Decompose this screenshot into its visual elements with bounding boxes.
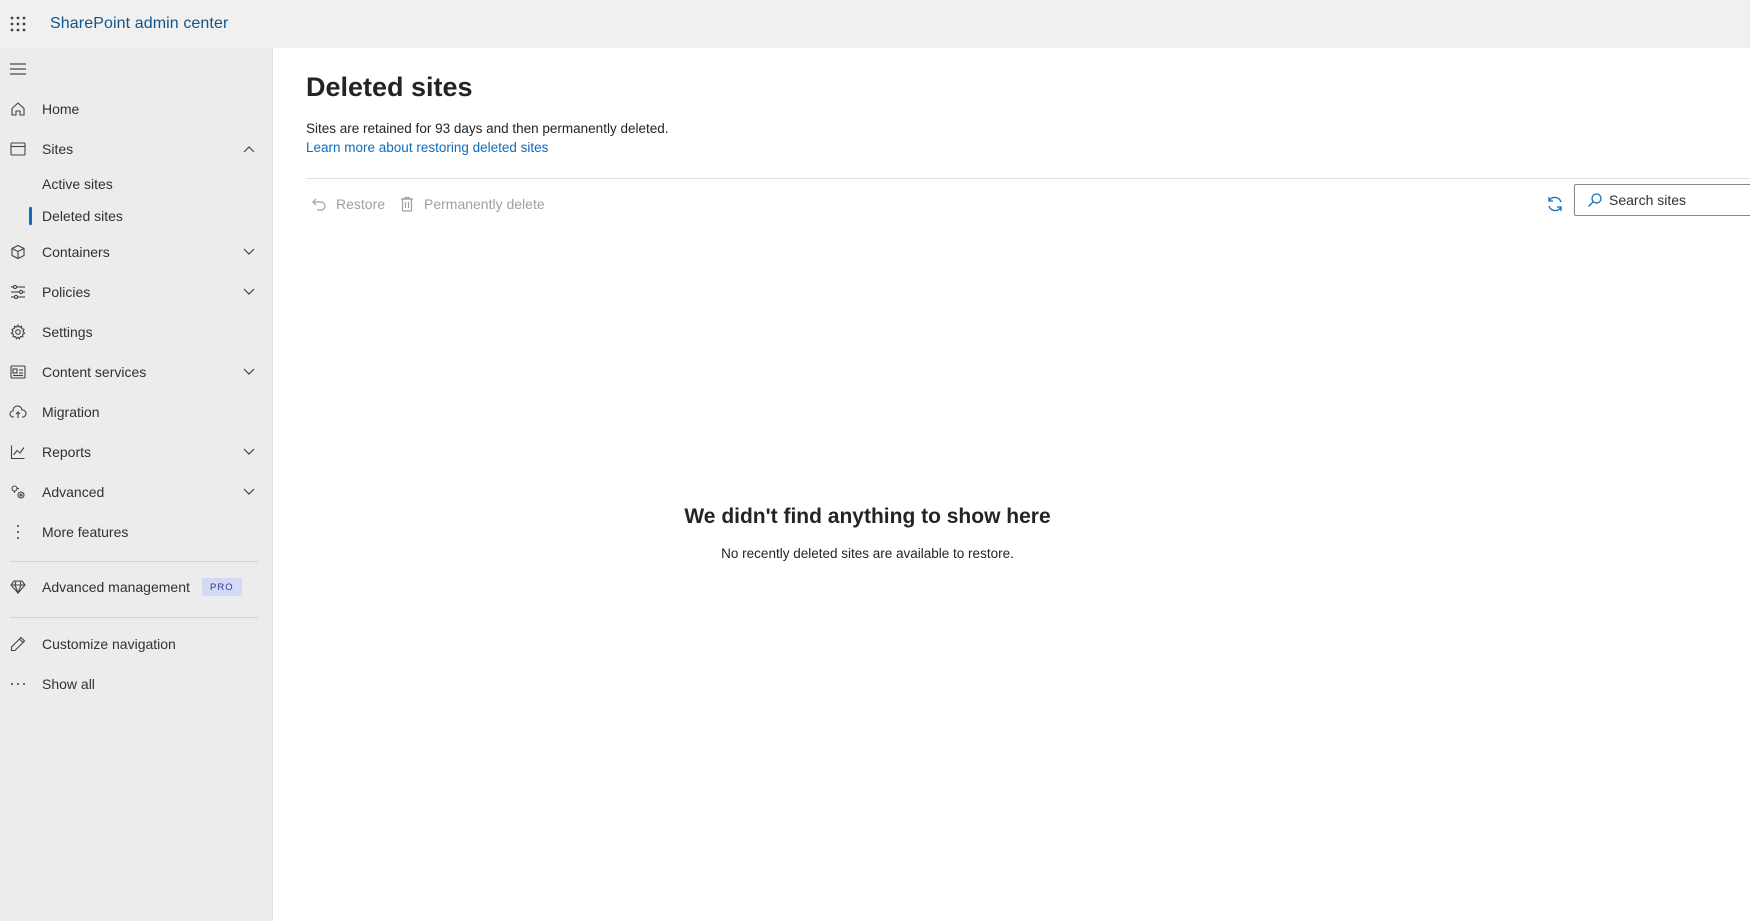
sidebar-item-label: Advanced management [42, 579, 190, 595]
restore-button[interactable]: Restore [310, 190, 385, 218]
sidebar-item-label: Reports [42, 444, 92, 460]
sidebar-item-label: More features [42, 524, 129, 540]
app-title[interactable]: SharePoint admin center [50, 15, 228, 33]
chevron-down-icon[interactable] [240, 363, 258, 381]
sidebar-item-label: Advanced [42, 484, 105, 500]
gear-icon [8, 322, 28, 342]
sidebar-item-policies[interactable]: Policies [0, 273, 273, 311]
chevron-down-icon[interactable] [240, 283, 258, 301]
sliders-icon [8, 282, 28, 302]
sidebar-item-label: Containers [42, 244, 110, 260]
sidebar-item-customize-navigation[interactable]: Customize navigation [0, 625, 273, 663]
search-box[interactable] [1574, 184, 1750, 216]
sidebar-item-label: Customize navigation [42, 636, 176, 652]
undo-icon [310, 195, 328, 213]
content-services-icon [8, 362, 28, 382]
sidebar-item-label: Content services [42, 364, 147, 380]
sidebar-item-label: Sites [42, 141, 74, 157]
sidebar-item-more-features[interactable]: More features [0, 513, 273, 551]
sidebar-item-reports[interactable]: Reports [0, 433, 273, 471]
advanced-gears-icon [8, 482, 28, 502]
home-icon [8, 99, 28, 119]
chart-line-icon [8, 442, 28, 462]
vertical-dots-icon [8, 522, 28, 542]
page-description: Sites are retained for 93 days and then … [306, 121, 669, 136]
cube-icon [8, 242, 28, 262]
main-content: Deleted sites Sites are retained for 93 … [273, 48, 1750, 921]
sidebar-item-advanced-management[interactable]: Advanced management PRO [0, 568, 273, 606]
sidebar-item-content-services[interactable]: Content services [0, 353, 273, 391]
cloud-upload-icon [8, 402, 28, 422]
header-divider [306, 178, 1750, 179]
sidebar-item-label: Show all [42, 676, 95, 692]
app-launcher-icon[interactable] [0, 0, 36, 48]
sidebar-item-label: Deleted sites [42, 208, 123, 224]
sidebar-item-label: Active sites [42, 176, 113, 192]
sidebar-item-advanced[interactable]: Advanced [0, 473, 273, 511]
sidebar-item-containers[interactable]: Containers [0, 233, 273, 271]
hamburger-icon[interactable] [9, 62, 27, 76]
sidebar-item-label: Settings [42, 324, 93, 340]
sidebar-item-deleted-sites[interactable]: Deleted sites [0, 201, 273, 231]
chevron-down-icon[interactable] [240, 443, 258, 461]
sidebar-item-show-all[interactable]: Show all [0, 665, 273, 703]
pencil-icon [8, 634, 28, 654]
chevron-down-icon[interactable] [240, 243, 258, 261]
sidebar-item-home[interactable]: Home [0, 90, 273, 128]
chevron-down-icon[interactable] [240, 483, 258, 501]
permanently-delete-button[interactable]: Permanently delete [398, 190, 545, 218]
empty-state-subtitle: No recently deleted sites are available … [721, 546, 1014, 561]
chevron-up-icon[interactable] [240, 140, 258, 158]
sidebar-item-label: Policies [42, 284, 91, 300]
sidebar-item-migration[interactable]: Migration [0, 393, 273, 431]
restore-label: Restore [336, 196, 386, 212]
sidebar-divider [10, 617, 258, 618]
pro-badge: PRO [202, 578, 242, 596]
sidebar-item-settings[interactable]: Settings [0, 313, 273, 351]
refresh-icon [1546, 195, 1564, 213]
search-icon [1587, 192, 1603, 208]
ellipsis-icon [8, 674, 28, 694]
page-title: Deleted sites [306, 72, 473, 102]
search-input[interactable] [1609, 192, 1749, 208]
top-bar: SharePoint admin center [0, 0, 1750, 48]
sidebar-item-label: Migration [42, 404, 100, 420]
diamond-icon [8, 577, 28, 597]
sidebar-item-label: Home [42, 101, 80, 117]
sidebar-item-sites[interactable]: Sites [0, 130, 273, 168]
sidebar-divider [10, 561, 258, 562]
sidebar-item-active-sites[interactable]: Active sites [0, 169, 273, 199]
trash-icon [398, 195, 416, 213]
learn-more-link[interactable]: Learn more about restoring deleted sites [306, 140, 548, 155]
refresh-button[interactable] [1541, 189, 1569, 219]
permanently-delete-label: Permanently delete [424, 196, 545, 212]
sites-icon [8, 139, 28, 159]
active-indicator [29, 207, 32, 225]
sidebar: Home Sites Active sites Deleted sites Co… [0, 48, 273, 921]
empty-state-title: We didn't find anything to show here [684, 505, 1051, 528]
